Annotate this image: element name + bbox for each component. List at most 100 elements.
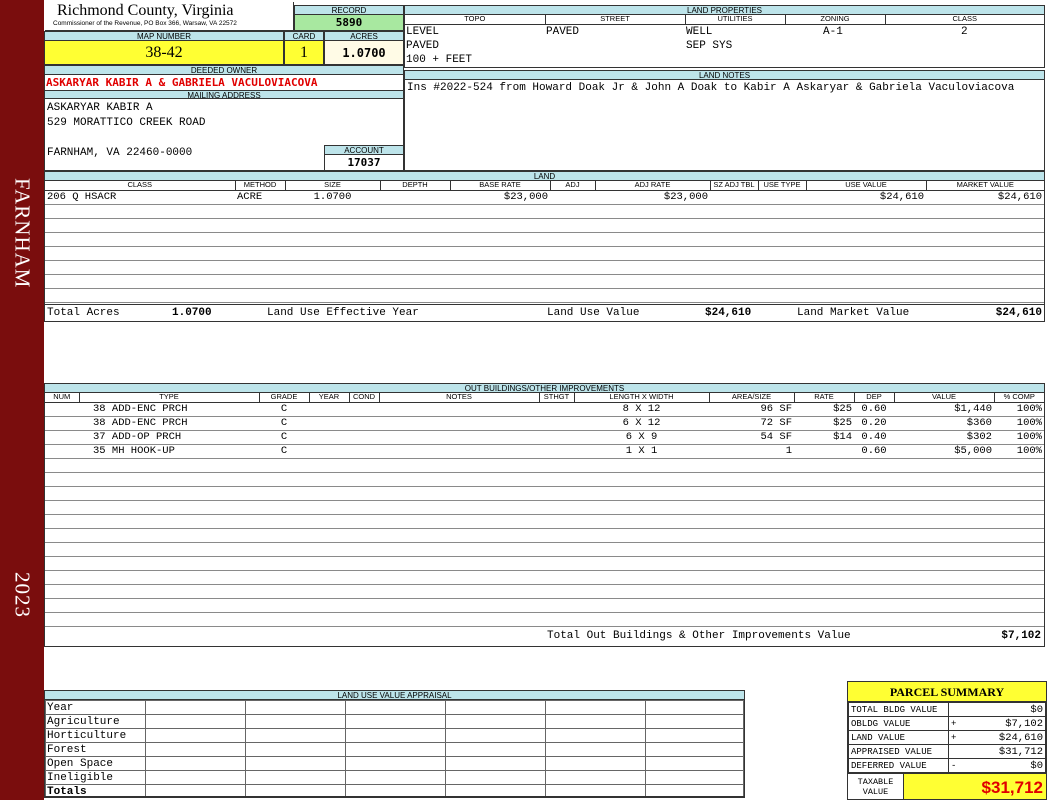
- empty-cell: [994, 528, 1044, 543]
- taxable-label: TAXABLE VALUE: [848, 774, 904, 799]
- empty-cell: [894, 472, 994, 487]
- empty-cell: [79, 598, 259, 613]
- col-sthgt: STHGT: [538, 393, 574, 403]
- empty-cell: [349, 500, 379, 515]
- empty-cell: [574, 458, 709, 473]
- map-number-value: 38-42: [45, 41, 283, 64]
- outbuilding-rate: $25: [794, 402, 854, 417]
- account-box: ACCOUNT 17037: [324, 145, 404, 171]
- empty-cell: [45, 528, 79, 543]
- summary-sign: -: [948, 758, 963, 773]
- outbuilding-value: $360: [894, 416, 994, 431]
- empty-cell: [794, 542, 854, 557]
- outbuilding-value: $302: [894, 430, 994, 445]
- appraisal-cell: [145, 700, 246, 715]
- land-sz-adj-tbl: [710, 190, 758, 205]
- land-use-type: [758, 190, 806, 205]
- empty-cell: [259, 500, 309, 515]
- appraisal-cell: [645, 742, 744, 757]
- col-adj-rate: ADJ RATE: [594, 181, 710, 191]
- empty-cell: [79, 612, 259, 627]
- col-cond: COND: [348, 393, 379, 403]
- col-area-size: AREA/SIZE: [708, 393, 794, 403]
- empty-cell: [45, 612, 79, 627]
- outbuilding-year: [309, 444, 349, 459]
- outbuilding-area-size: 1: [709, 444, 794, 459]
- empty-cell: [379, 458, 539, 473]
- empty-cell: [539, 500, 574, 515]
- appraisal-cell: [145, 756, 246, 771]
- summary-sign: [948, 744, 963, 759]
- outbuilding-cond: [349, 444, 379, 459]
- outbuilding-rate: $25: [794, 416, 854, 431]
- table-row: [45, 528, 1044, 543]
- table-row: 206 Q HSACR ACRE 1.0700 $23,000 $23,000 …: [45, 190, 1044, 205]
- empty-cell: [379, 556, 539, 571]
- land-base-rate: $23,000: [450, 190, 550, 205]
- table-row: Open Space: [45, 756, 744, 771]
- summary-label: LAND VALUE: [848, 730, 949, 745]
- appraisal-cell: [445, 700, 546, 715]
- market-value-label: Land Market Value: [797, 307, 910, 319]
- col-base-rate: BASE RATE: [449, 181, 550, 191]
- empty-cell: [259, 458, 309, 473]
- empty-cell: [79, 472, 259, 487]
- table-row: [45, 218, 1044, 233]
- empty-cell: [379, 486, 539, 501]
- empty-cell: [854, 598, 894, 613]
- empty-cell: [539, 472, 574, 487]
- empty-cell: [379, 500, 539, 515]
- empty-cell: [379, 528, 539, 543]
- empty-cell: [349, 584, 379, 599]
- empty-cell: [309, 472, 349, 487]
- land-notes-box: LAND NOTES Ins #2022-524 from Howard Doa…: [404, 70, 1045, 171]
- appraisal-cell: [345, 728, 446, 743]
- empty-cell: [894, 570, 994, 585]
- empty-cell: [539, 570, 574, 585]
- col-notes: NOTES: [378, 393, 539, 403]
- summary-label: DEFERRED VALUE: [848, 758, 949, 773]
- summary-value: $7,102: [962, 716, 1046, 731]
- summary-label: APPRAISED VALUE: [848, 744, 949, 759]
- appraisal-cell: [245, 700, 346, 715]
- mailing-line: [47, 131, 401, 146]
- outbuilding-grade: C: [259, 416, 309, 431]
- land-notes-text: Ins #2022-524 from Howard Doak Jr & John…: [407, 82, 1015, 94]
- empty-cell: [854, 458, 894, 473]
- empty-cell: [349, 472, 379, 487]
- empty-cell: [994, 612, 1044, 627]
- outbuilding-cond: [349, 416, 379, 431]
- topo-value: LEVEL: [406, 25, 440, 38]
- empty-cell: [794, 598, 854, 613]
- empty-cell: [79, 528, 259, 543]
- land-adj-rate: $23,000: [595, 190, 710, 205]
- appraisal-cell: [445, 784, 546, 796]
- empty-cell: [309, 514, 349, 529]
- summary-row: TOTAL BLDG VALUE $0: [848, 702, 1046, 717]
- empty-cell: [349, 514, 379, 529]
- topo-value: 100 + FEET: [406, 53, 473, 66]
- empty-cell: [79, 500, 259, 515]
- summary-value: $0: [962, 702, 1046, 717]
- appraisal-cell: [145, 770, 246, 785]
- table-row: 37 ADD-OP PRCH C 6 X 9 54 SF $14 0.40 $302 100%: [45, 430, 1044, 445]
- col-rate: RATE: [793, 393, 854, 403]
- use-value-label: Land Use Value: [547, 307, 640, 319]
- empty-cell: [574, 542, 709, 557]
- topo-value: PAVED: [406, 39, 440, 52]
- empty-cell: [574, 472, 709, 487]
- empty-cell: [309, 458, 349, 473]
- table-row: [45, 584, 1044, 599]
- outbuilding-length-width: 6 X 9: [574, 430, 709, 445]
- summary-value: $24,610: [962, 730, 1046, 745]
- empty-cell: [309, 528, 349, 543]
- appraisal-cell: [445, 714, 546, 729]
- empty-cell: [309, 556, 349, 571]
- taxable-value: $31,712: [904, 774, 1046, 799]
- empty-cell: [894, 584, 994, 599]
- table-row: [45, 288, 1044, 303]
- empty-cell: [539, 486, 574, 501]
- appraisal-row-label: Totals: [45, 784, 146, 796]
- outbuilding-type: 38 ADD-ENC PRCH: [79, 416, 259, 431]
- empty-cell: [994, 486, 1044, 501]
